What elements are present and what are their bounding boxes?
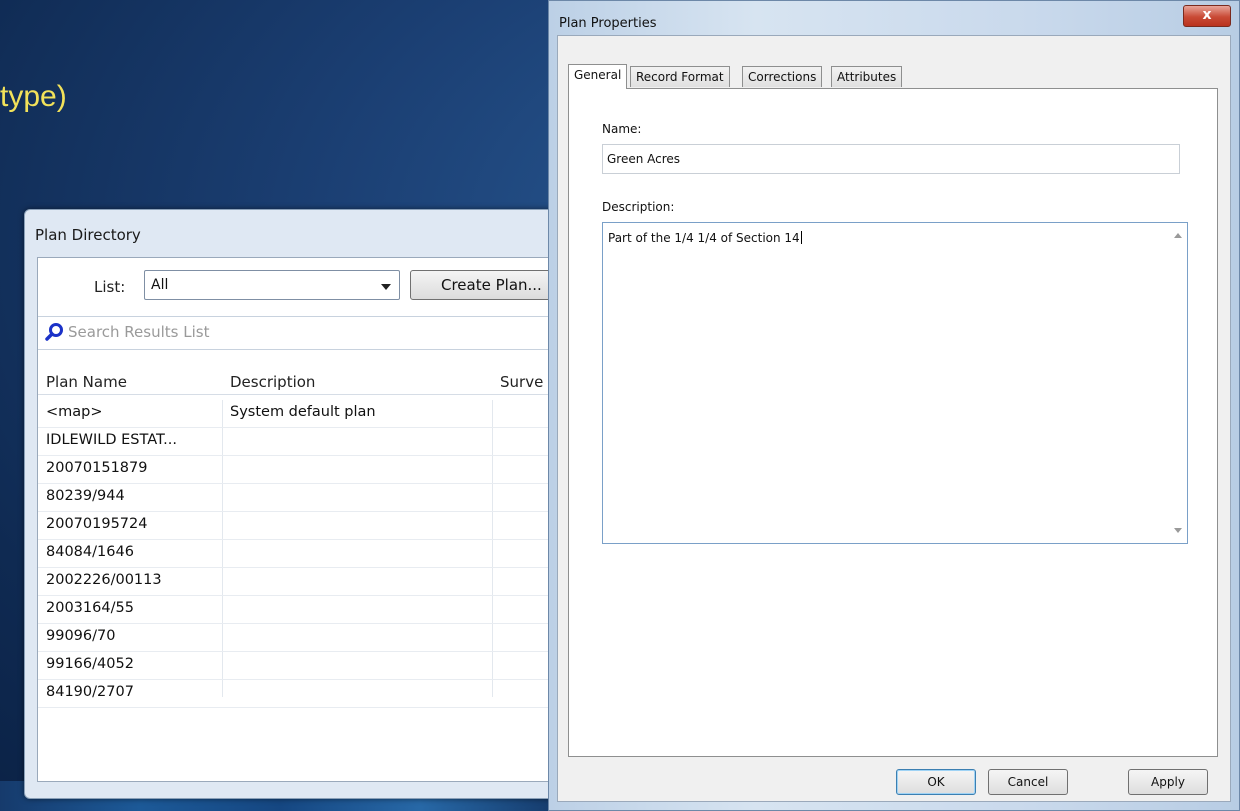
plan-name-cell: 84084/1646 — [46, 544, 134, 560]
list-dropdown[interactable]: All — [144, 270, 400, 300]
plan-name-cell: 20070195724 — [46, 516, 148, 532]
text-caret — [800, 231, 802, 244]
plan-name-cell: 84190/2707 — [46, 684, 134, 700]
table-row[interactable]: 20070195724 — [38, 512, 565, 540]
tab-general[interactable]: General — [568, 64, 628, 89]
column-header-plan-name[interactable]: Plan Name — [46, 373, 127, 391]
list-dropdown-value: All — [151, 277, 169, 293]
plan-name-cell: 80239/944 — [46, 488, 125, 504]
plan-name-cell: 99166/4052 — [46, 656, 134, 672]
plan-properties-dialog: Plan Properties x General Record Format … — [548, 0, 1240, 811]
plan-name-cell: 2002226/00113 — [46, 572, 162, 588]
chevron-down-icon — [381, 284, 391, 290]
table-row[interactable]: 99096/70 — [38, 624, 565, 652]
tab-corrections[interactable]: Corrections — [742, 66, 823, 87]
table-row[interactable]: <map> System default plan — [38, 400, 565, 428]
table-row[interactable]: 99166/4052 — [38, 652, 565, 680]
table-row[interactable]: IDLEWILD ESTAT... — [38, 428, 565, 456]
plan-directory-title: Plan Directory — [35, 226, 141, 244]
plan-name-cell: <map> — [46, 404, 103, 420]
cancel-button[interactable]: Cancel — [988, 769, 1068, 795]
plan-name-cell: 20070151879 — [46, 460, 148, 476]
plan-directory-window: Plan Directory List: All Create Plan... … — [24, 209, 580, 799]
column-header-surveyor[interactable]: Surve — [500, 373, 543, 391]
scroll-down-icon[interactable] — [1174, 528, 1182, 533]
plan-name-cell: 2003164/55 — [46, 600, 134, 616]
ok-button[interactable]: OK — [896, 769, 976, 795]
search-placeholder: Search Results List — [68, 323, 210, 341]
list-label: List: — [94, 278, 126, 296]
tab-attributes[interactable]: Attributes — [831, 66, 903, 87]
table-header: Plan Name Description Surve — [38, 368, 565, 395]
tab-record-format[interactable]: Record Format — [630, 66, 730, 87]
name-label: Name: — [602, 122, 642, 136]
description-cell: System default plan — [230, 404, 376, 420]
plan-table-body: <map> System default plan IDLEWILD ESTAT.… — [38, 400, 565, 708]
table-row[interactable]: 2002226/00113 — [38, 568, 565, 596]
table-row[interactable]: 2003164/55 — [38, 596, 565, 624]
search-icon — [45, 323, 63, 341]
column-header-description[interactable]: Description — [230, 373, 315, 391]
slide-title-fragment: type) — [0, 80, 67, 113]
description-textarea[interactable]: Part of the 1/4 1/4 of Section 14 — [602, 222, 1188, 544]
dialog-title: Plan Properties — [559, 16, 657, 31]
dialog-client-area: General Record Format Corrections Attrib… — [557, 35, 1231, 802]
table-row[interactable]: 84190/2707 — [38, 680, 565, 708]
scroll-up-icon[interactable] — [1174, 233, 1182, 238]
plan-name-cell: 99096/70 — [46, 628, 116, 644]
close-button[interactable]: x — [1183, 5, 1231, 27]
apply-button[interactable]: Apply — [1128, 769, 1208, 795]
name-field[interactable]: Green Acres — [602, 144, 1180, 174]
table-row[interactable]: 84084/1646 — [38, 540, 565, 568]
plan-name-cell: IDLEWILD ESTAT... — [46, 432, 178, 448]
description-scrollbar[interactable] — [1170, 223, 1187, 543]
search-input[interactable]: Search Results List — [38, 316, 565, 350]
description-text: Part of the 1/4 1/4 of Section 14 — [608, 231, 800, 245]
plan-directory-body: List: All Create Plan... Search Results … — [37, 257, 580, 782]
table-row[interactable]: 20070151879 — [38, 456, 565, 484]
table-row[interactable]: 80239/944 — [38, 484, 565, 512]
description-label: Description: — [602, 200, 675, 214]
